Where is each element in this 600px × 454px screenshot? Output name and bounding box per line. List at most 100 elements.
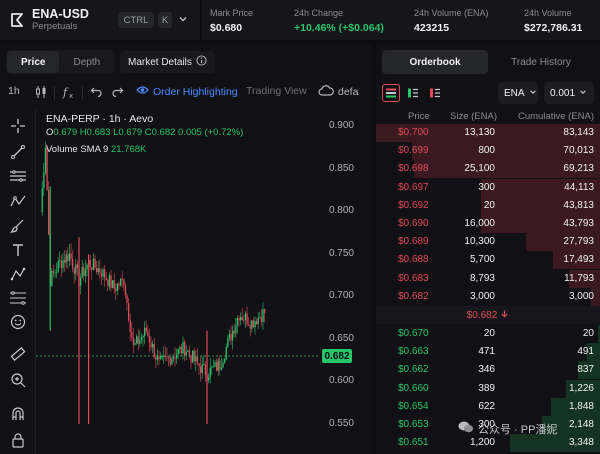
ask-row[interactable]: $0.690 16,000 43,793 [376, 215, 600, 233]
candle-body [176, 354, 178, 359]
candle-body [124, 285, 127, 296]
row-price: $0.690 [398, 218, 429, 229]
ask-row[interactable]: $0.683 8,793 11,793 [376, 269, 600, 288]
market-stats: Mark Price $0.680 24h Change +10.46% (+$… [202, 0, 600, 40]
svg-text:x: x [69, 92, 73, 99]
market-selector[interactable]: ENA-USD Perpetuals CTRL K [0, 0, 200, 40]
candle-body [158, 356, 160, 360]
shortcut-ctrl: CTRL [118, 12, 154, 28]
pattern-icon[interactable] [8, 192, 28, 212]
y-tick: 0.600 [328, 375, 354, 386]
ruler-icon[interactable] [8, 344, 28, 364]
volume-label: Volume SMA 9 [46, 144, 109, 155]
candle-body [252, 320, 255, 328]
brush-icon[interactable] [8, 216, 28, 236]
ask-row[interactable]: $0.699 800 70,013 [376, 142, 600, 161]
ask-row[interactable]: $0.698 25,100 69,213 [376, 160, 600, 179]
y-tick: 0.550 [328, 418, 354, 429]
chevron-down-icon[interactable] [178, 14, 188, 27]
candle-body [209, 367, 211, 378]
candle-body [112, 280, 114, 288]
tab-market-details[interactable]: Market Details [120, 51, 215, 73]
y-tick: 0.650 [328, 333, 354, 344]
bid-row[interactable]: $0.660 389 1,226 [376, 379, 600, 398]
candle-body [232, 330, 234, 341]
row-price: $0.653 [398, 419, 429, 430]
price-chart[interactable]: ENA-PERP · 1h · Aevo O0.679 H0.683 L0.67… [36, 108, 320, 454]
bid-row[interactable]: $0.670 20 20 [376, 325, 600, 343]
stat-value: $272,786.31 [524, 22, 583, 34]
candle-body [92, 258, 95, 270]
tab-orderbook[interactable]: Orderbook [382, 50, 488, 74]
trend-line-icon[interactable] [8, 142, 28, 162]
candle-body [198, 363, 200, 367]
candle-body [99, 268, 101, 273]
tab-trade-history[interactable]: Trade History [488, 50, 594, 74]
asset-value: ENA [504, 87, 525, 99]
candle-body [190, 354, 192, 363]
trading-view-button[interactable]: Trading View [246, 85, 307, 97]
stat-24h-change: 24h Change +10.46% (+$0.064) [294, 8, 384, 35]
horizontal-lines-icon[interactable] [8, 166, 28, 186]
candle-body [96, 267, 98, 273]
indicators-icon[interactable]: fx [62, 85, 76, 99]
candle-body [254, 321, 256, 328]
candle-body [246, 313, 248, 325]
tab-depth[interactable]: Depth [59, 51, 114, 73]
fib-lines-icon[interactable] [8, 288, 28, 308]
bid-row[interactable]: $0.662 346 837 [376, 361, 600, 380]
measure-path-icon[interactable] [8, 264, 28, 284]
row-cumulative: 3,000 [568, 290, 594, 302]
tab-price[interactable]: Price [7, 51, 60, 73]
stat-24h-volume-ena: 24h Volume (ENA) 423215 [414, 8, 489, 35]
tick-size-select[interactable]: 0.001 [544, 82, 594, 104]
ask-row[interactable]: $0.692 20 43,813 [376, 196, 600, 215]
interval-button[interactable]: 1h [8, 85, 20, 97]
candle-body [131, 331, 133, 338]
candle-body [220, 367, 223, 370]
orderbook-controls: ENA 0.001 [382, 82, 594, 104]
magnet-icon[interactable] [8, 404, 28, 424]
candle-body [214, 362, 216, 367]
candle-body [161, 355, 163, 357]
order-highlighting-toggle[interactable]: Order Highlighting [136, 85, 238, 98]
bid-row[interactable]: $0.654 622 1,848 [376, 397, 600, 416]
candle-body [260, 317, 263, 323]
row-size: 622 [478, 400, 495, 412]
zoom-in-icon[interactable] [8, 370, 28, 390]
pair-name: ENA-USD [32, 7, 89, 21]
ask-row[interactable]: $0.700 13,130 83,143 [376, 124, 600, 142]
candle-body [137, 336, 139, 344]
candle-body [43, 172, 45, 189]
y-tick: 0.900 [328, 120, 354, 131]
price-axis[interactable]: 0.900 0.850 0.800 0.750 0.700 0.650 0.60… [320, 108, 372, 454]
text-tool-icon[interactable] [8, 240, 28, 260]
candles-icon[interactable] [34, 85, 48, 99]
ask-row[interactable]: $0.697 300 44,113 [376, 178, 600, 197]
crosshair-icon[interactable] [8, 116, 28, 136]
asset-select[interactable]: ENA [498, 82, 538, 104]
bid-row[interactable]: $0.663 471 491 [376, 343, 600, 362]
candle-body [227, 338, 229, 348]
candle-body [100, 272, 103, 277]
view-asks-icon[interactable] [426, 84, 444, 102]
candle-body [115, 288, 117, 291]
candle-body [188, 350, 191, 355]
layout-default-button[interactable]: defa [318, 85, 358, 99]
row-cumulative: 83,143 [563, 127, 594, 138]
ask-row[interactable]: $0.682 3,000 3,000 [376, 287, 600, 306]
redo-icon[interactable] [112, 85, 124, 97]
candle-body [52, 271, 55, 273]
undo-icon[interactable] [90, 85, 102, 97]
lock-icon[interactable] [8, 430, 28, 450]
emoji-icon[interactable] [8, 312, 28, 332]
row-price: $0.688 [398, 254, 429, 266]
view-both-icon[interactable] [382, 84, 400, 102]
header-cumulative: Cumulative (ENA) [517, 111, 594, 122]
ask-row[interactable]: $0.689 10,300 27,793 [376, 233, 600, 252]
row-cumulative: 20 [582, 328, 594, 339]
row-price: $0.698 [398, 163, 429, 175]
divider [82, 86, 83, 100]
view-bids-icon[interactable] [404, 84, 422, 102]
ask-row[interactable]: $0.688 5,700 17,493 [376, 251, 600, 270]
